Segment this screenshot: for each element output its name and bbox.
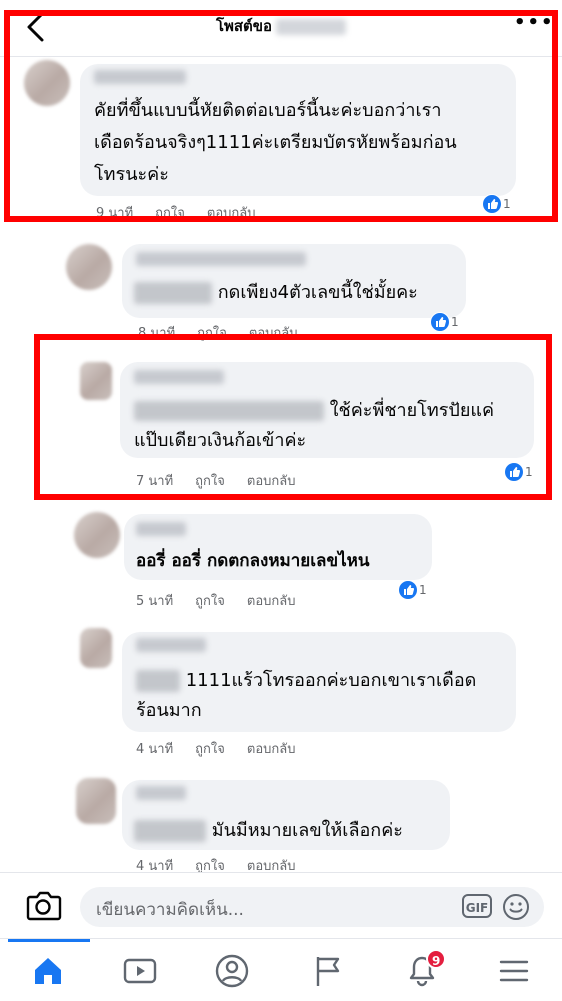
home-icon[interactable] bbox=[30, 953, 66, 989]
avatar[interactable] bbox=[80, 628, 112, 668]
comment-text-line: มันมีหมายเลขให้เลือกค่ะ bbox=[134, 816, 403, 846]
emoji-icon[interactable] bbox=[502, 893, 530, 921]
commenter-name-blurred[interactable] bbox=[136, 786, 186, 800]
mention-blurred[interactable] bbox=[134, 282, 212, 304]
comment-actions: 4 นาที ถูกใจ ตอบกลับ bbox=[136, 738, 317, 759]
comment-text: มันมีหมายเลขให้เลือกค่ะ bbox=[211, 820, 403, 841]
reply-link[interactable]: ตอบกลับ bbox=[247, 594, 296, 609]
avatar[interactable] bbox=[66, 244, 112, 290]
highlight-box bbox=[34, 334, 552, 500]
comment-text: กดเพียง4ตัวเลขนี้ใช่มั้ยคะ bbox=[217, 282, 418, 303]
camera-icon[interactable] bbox=[24, 887, 62, 923]
active-tab-indicator bbox=[8, 939, 90, 942]
reaction-count: 1 bbox=[451, 315, 459, 329]
comment-text: ออรี่ ออรี่ กดตกลงหมายเลขไหน bbox=[136, 551, 370, 571]
comment-input-placeholder: เขียนความคิดเห็น... bbox=[96, 900, 244, 920]
comment-bubble[interactable]: กดเพียง4ตัวเลขนี้ใช่มั้ยคะ bbox=[122, 244, 466, 318]
comment-text-line: ร้อนมาก bbox=[136, 700, 202, 721]
thumbs-up-icon bbox=[430, 312, 450, 332]
comment-actions: 5 นาที ถูกใจ ตอบกลับ bbox=[136, 590, 317, 611]
gif-button[interactable]: GIF bbox=[462, 894, 492, 918]
comment-bubble[interactable]: มันมีหมายเลขให้เลือกค่ะ bbox=[122, 780, 450, 850]
thumbs-up-icon bbox=[398, 580, 418, 600]
commenter-name-blurred[interactable] bbox=[136, 252, 306, 266]
highlight-box bbox=[4, 10, 558, 222]
reaction-badge[interactable]: 1 bbox=[398, 580, 427, 600]
menu-icon[interactable] bbox=[496, 953, 532, 989]
watch-video-icon[interactable] bbox=[122, 953, 158, 989]
comment-composer: เขียนความคิดเห็น... GIF bbox=[0, 872, 562, 939]
comment-time: 4 นาที bbox=[136, 742, 174, 757]
like-link[interactable]: ถูกใจ bbox=[195, 594, 225, 609]
comment-text: 1111แร้วโทรออกค่ะบอกเขาเราเดือด bbox=[185, 670, 477, 691]
comment-bubble[interactable]: 1111แร้วโทรออกค่ะบอกเขาเราเดือด ร้อนมาก bbox=[122, 632, 516, 732]
notifications-badge: 9 bbox=[426, 949, 447, 969]
comment-text-line: 1111แร้วโทรออกค่ะบอกเขาเราเดือด bbox=[136, 666, 476, 696]
mention-blurred[interactable] bbox=[136, 670, 180, 692]
comment-text-line: กดเพียง4ตัวเลขนี้ใช่มั้ยคะ bbox=[134, 278, 418, 308]
commenter-name-blurred[interactable] bbox=[136, 522, 186, 536]
avatar[interactable] bbox=[74, 512, 120, 558]
reaction-badge[interactable]: 1 bbox=[430, 312, 459, 332]
reaction-count: 1 bbox=[419, 583, 427, 597]
mention-blurred[interactable] bbox=[134, 820, 206, 842]
like-link[interactable]: ถูกใจ bbox=[195, 742, 225, 757]
commenter-name-blurred[interactable] bbox=[136, 638, 206, 652]
comment-time: 5 นาที bbox=[136, 594, 174, 609]
comment-input[interactable]: เขียนความคิดเห็น... GIF bbox=[80, 887, 544, 927]
pages-flag-icon[interactable] bbox=[310, 953, 346, 989]
bottom-tab-bar: 9 bbox=[0, 938, 562, 1001]
avatar[interactable] bbox=[76, 778, 116, 824]
comment-bubble[interactable]: ออรี่ ออรี่ กดตกลงหมายเลขไหน bbox=[124, 514, 432, 580]
profile-icon[interactable] bbox=[214, 953, 250, 989]
reply-link[interactable]: ตอบกลับ bbox=[247, 742, 296, 757]
